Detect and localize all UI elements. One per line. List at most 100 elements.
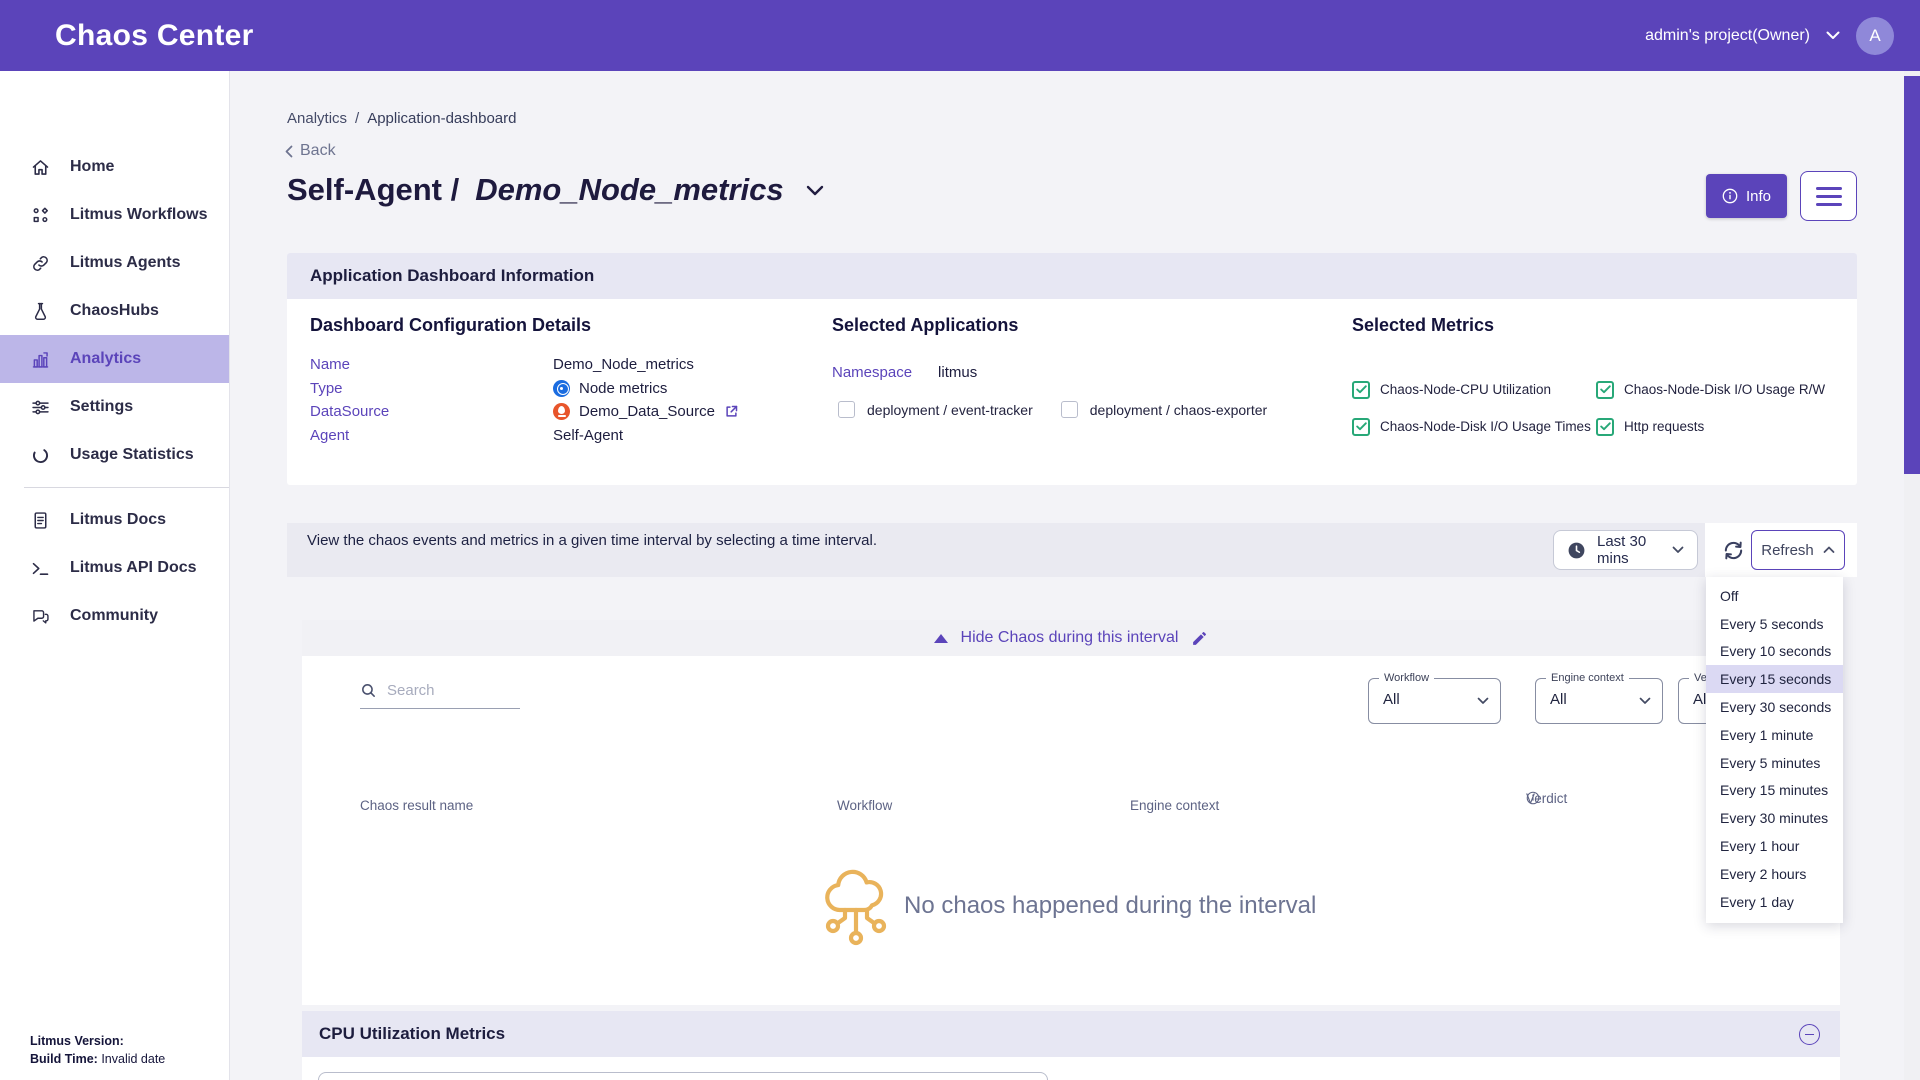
sidebar-item-label: Community — [70, 607, 158, 625]
namespace-row: Namespace litmus — [832, 364, 977, 381]
menu-item-every-10-seconds[interactable]: Every 10 seconds — [1706, 638, 1843, 666]
sidebar-item-usage-statistics[interactable]: Usage Statistics — [0, 431, 229, 479]
sidebar-item-label: Litmus Workflows — [70, 206, 208, 224]
sidebar-item-label: Litmus Docs — [70, 511, 166, 529]
menu-item-every-30-minutes[interactable]: Every 30 minutes — [1706, 804, 1843, 832]
config-section-title: Dashboard Configuration Details — [310, 315, 591, 336]
checkbox-label: deployment / chaos-exporter — [1090, 402, 1267, 418]
menu-item-every-1-hour[interactable]: Every 1 hour — [1706, 832, 1843, 860]
time-range-value: Last 30 mins — [1597, 533, 1661, 567]
application-checkbox-chaos-exporter[interactable]: deployment / chaos-exporter — [1061, 401, 1267, 418]
checkbox-label: Chaos-Node-CPU Utilization — [1380, 382, 1551, 397]
metric-checkbox-disk-io-rw[interactable]: Chaos-Node-Disk I/O Usage R/W — [1596, 381, 1825, 399]
sidebar-item-label: Litmus Agents — [70, 254, 181, 272]
filter-label: Workflow — [1379, 672, 1434, 684]
home-icon — [30, 157, 51, 178]
info-button[interactable]: Info — [1706, 174, 1787, 218]
info-button-label: Info — [1746, 188, 1771, 205]
menu-item-every-1-minute[interactable]: Every 1 minute — [1706, 721, 1843, 749]
application-checkbox-event-tracker[interactable]: deployment / event-tracker — [838, 401, 1033, 418]
title-chevron-down-icon[interactable] — [806, 185, 824, 196]
search-input[interactable] — [387, 682, 507, 699]
collapse-minus-icon[interactable] — [1799, 1024, 1820, 1045]
refresh-controls: Refresh — [1705, 523, 1857, 577]
engine-context-filter-select[interactable]: Engine context All — [1535, 678, 1663, 724]
scrollbar-thumb[interactable] — [1904, 76, 1920, 474]
sidebar-item-label: Home — [70, 158, 114, 176]
sidebar-item-litmus-api-docs[interactable]: Litmus API Docs — [0, 544, 229, 592]
metric-checkboxes: Chaos-Node-CPU Utilization Chaos-Node-Di… — [1352, 371, 1825, 445]
app-title: Chaos Center — [55, 19, 254, 53]
back-button[interactable]: Back — [285, 142, 336, 160]
config-row-name: Name Demo_Node_metrics — [310, 353, 739, 377]
column-header: Engine context — [1130, 798, 1219, 813]
sidebar-item-home[interactable]: Home — [0, 143, 229, 191]
refresh-now-icon[interactable] — [1718, 535, 1748, 565]
applications-section-title: Selected Applications — [832, 315, 1018, 336]
avatar[interactable]: A — [1856, 17, 1894, 55]
cpu-metrics-partial-panel — [318, 1072, 1048, 1080]
clock-icon — [1567, 541, 1586, 560]
sidebar-item-community[interactable]: Community — [0, 592, 229, 640]
menu-item-off[interactable]: Off — [1706, 582, 1843, 610]
config-label: Agent — [310, 427, 553, 444]
menu-item-every-30-seconds[interactable]: Every 30 seconds — [1706, 693, 1843, 721]
sidebar-item-label: ChaosHubs — [70, 302, 159, 320]
edit-pencil-icon[interactable] — [1191, 630, 1208, 647]
hamburger-icon — [1816, 187, 1842, 206]
sidebar-item-label: Litmus API Docs — [70, 559, 197, 577]
application-checkboxes: deployment / event-tracker deployment / … — [838, 401, 1267, 418]
external-link-icon[interactable] — [724, 404, 739, 419]
card-header: Application Dashboard Information — [287, 253, 1857, 299]
chevron-down-icon — [1672, 546, 1684, 554]
refresh-rate-button[interactable]: Refresh — [1751, 530, 1845, 570]
refresh-button-label: Refresh — [1761, 542, 1814, 559]
filter-value: All — [1550, 691, 1567, 708]
menu-item-every-1-day[interactable]: Every 1 day — [1706, 888, 1843, 916]
sidebar-item-settings[interactable]: Settings — [0, 383, 229, 431]
sidebar-item-chaoshubs[interactable]: ChaosHubs — [0, 287, 229, 335]
sidebar-item-analytics[interactable]: Analytics — [0, 335, 229, 383]
triangle-up-icon — [934, 634, 948, 643]
verdict-info-icon[interactable] — [1526, 791, 1540, 805]
dashboard-options-button[interactable] — [1800, 171, 1857, 221]
build-time-value: Invalid date — [101, 1052, 165, 1066]
menu-item-every-2-hours[interactable]: Every 2 hours — [1706, 860, 1843, 888]
metric-checkbox-cpu-utilization[interactable]: Chaos-Node-CPU Utilization — [1352, 381, 1596, 399]
config-label: Name — [310, 356, 553, 373]
menu-item-every-5-seconds[interactable]: Every 5 seconds — [1706, 610, 1843, 638]
docs-icon — [30, 510, 51, 531]
workflow-filter-select[interactable]: Workflow All — [1368, 678, 1501, 724]
checkbox-label: Chaos-Node-Disk I/O Usage Times — [1380, 419, 1591, 434]
hide-chaos-label: Hide Chaos during this interval — [961, 629, 1179, 647]
sidebar-item-label: Analytics — [70, 350, 141, 368]
config-row-type: Type Node metrics — [310, 377, 739, 401]
time-range-select[interactable]: Last 30 mins — [1553, 530, 1698, 570]
interval-description: View the chaos events and metrics in a g… — [307, 531, 882, 551]
menu-item-every-5-minutes[interactable]: Every 5 minutes — [1706, 749, 1843, 777]
config-value: Self-Agent — [553, 427, 623, 444]
metric-checkbox-http-requests[interactable]: Http requests — [1596, 418, 1704, 436]
checkbox-label: deployment / event-tracker — [867, 402, 1033, 418]
checkbox-checked-icon — [1352, 418, 1370, 436]
empty-state-message: No chaos happened during the interval — [904, 892, 1316, 920]
project-label: admin's project(Owner) — [1645, 27, 1810, 45]
cpu-metrics-header: CPU Utilization Metrics — [302, 1011, 1840, 1057]
menu-item-every-15-seconds[interactable]: Every 15 seconds — [1706, 665, 1843, 693]
breadcrumb-current: Application-dashboard — [367, 110, 516, 127]
scrollbar-track[interactable] — [1904, 71, 1920, 1080]
checkbox-unchecked-icon — [1061, 401, 1078, 418]
title-dashboard-name: Demo_Node_metrics — [475, 172, 783, 208]
usage-statistics-icon — [30, 445, 51, 466]
metric-checkbox-disk-io-times[interactable]: Chaos-Node-Disk I/O Usage Times — [1352, 418, 1596, 436]
sidebar-item-litmus-docs[interactable]: Litmus Docs — [0, 496, 229, 544]
menu-item-every-15-minutes[interactable]: Every 15 minutes — [1706, 777, 1843, 805]
filter-label: Engine context — [1546, 672, 1629, 684]
chaos-center-app: Chaos Center admin's project(Owner) A Ho… — [0, 0, 1920, 1080]
sidebar-item-litmus-workflows[interactable]: Litmus Workflows — [0, 191, 229, 239]
config-rows: Name Demo_Node_metrics Type Node metrics… — [310, 353, 739, 447]
breadcrumb-analytics[interactable]: Analytics — [287, 110, 347, 127]
project-selector[interactable]: admin's project(Owner) — [1645, 27, 1840, 45]
hide-chaos-toggle[interactable]: Hide Chaos during this interval — [302, 620, 1840, 656]
sidebar-item-litmus-agents[interactable]: Litmus Agents — [0, 239, 229, 287]
